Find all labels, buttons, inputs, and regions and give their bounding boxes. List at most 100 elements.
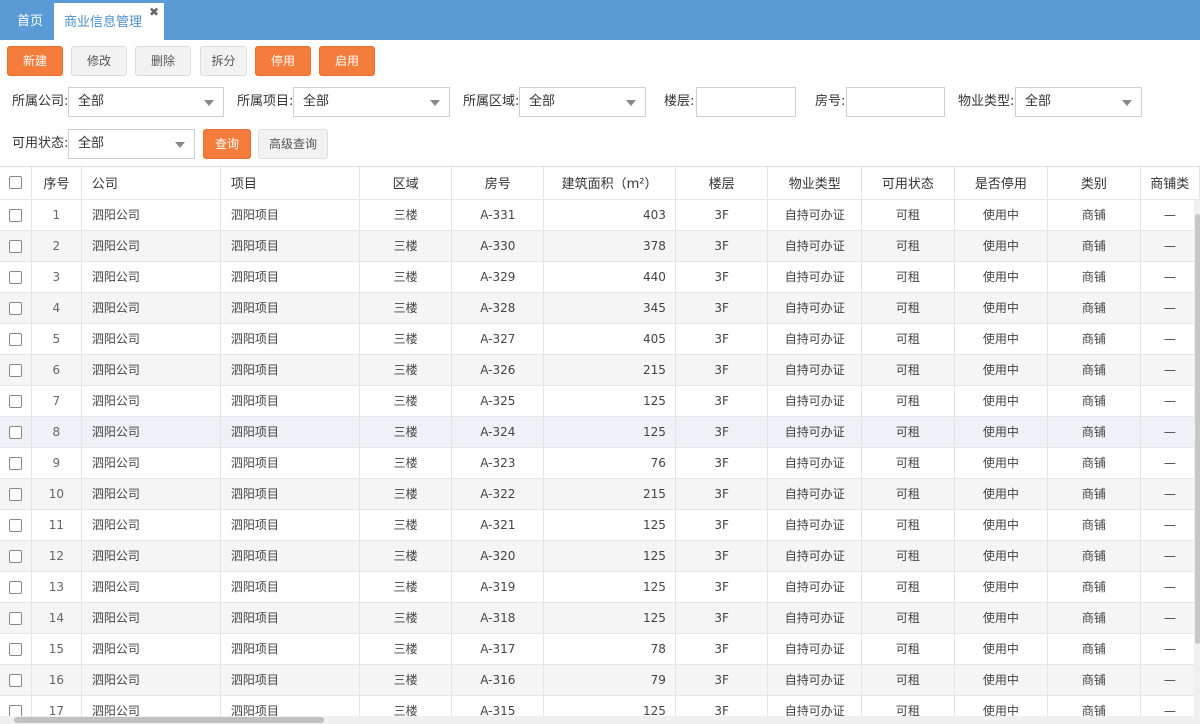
cell-property-type: 自持可办证 bbox=[767, 509, 863, 541]
query-button[interactable]: 查询 bbox=[203, 129, 251, 159]
row-checkbox-cell[interactable] bbox=[0, 416, 32, 448]
vertical-scrollbar-thumb[interactable] bbox=[1195, 214, 1200, 644]
row-checkbox-cell[interactable] bbox=[0, 602, 32, 634]
cell-company: 泗阳公司 bbox=[81, 447, 221, 479]
status-select[interactable]: 全部 bbox=[68, 129, 195, 159]
row-checkbox-cell[interactable] bbox=[0, 509, 32, 541]
col-header-company[interactable]: 公司 bbox=[81, 167, 221, 200]
row-checkbox[interactable] bbox=[8, 518, 22, 532]
room-input[interactable] bbox=[846, 87, 945, 117]
checkbox-icon[interactable] bbox=[8, 176, 22, 190]
table-row[interactable]: 14 泗阳公司 泗阳项目 三楼 A-318 125 3F 自持可办证 可租 使用中 商铺 — bbox=[0, 602, 1200, 634]
tab-home[interactable]: 首页 bbox=[8, 0, 52, 40]
advanced-query-button[interactable]: 高级查询 bbox=[258, 129, 328, 159]
row-checkbox[interactable] bbox=[8, 673, 22, 687]
row-checkbox[interactable] bbox=[8, 208, 22, 222]
row-checkbox-cell[interactable] bbox=[0, 354, 32, 386]
col-header-project[interactable]: 项目 bbox=[220, 167, 360, 200]
row-checkbox-cell[interactable] bbox=[0, 447, 32, 479]
row-checkbox-cell[interactable] bbox=[0, 199, 32, 231]
delete-button[interactable]: 删除 bbox=[135, 46, 191, 76]
table-row[interactable]: 6 泗阳公司 泗阳项目 三楼 A-326 215 3F 自持可办证 可租 使用中 商铺 — bbox=[0, 354, 1200, 386]
col-header-index[interactable]: 序号 bbox=[31, 167, 82, 200]
col-header-disabled[interactable]: 是否停用 bbox=[954, 167, 1049, 200]
table-row[interactable]: 11 泗阳公司 泗阳项目 三楼 A-321 125 3F 自持可办证 可租 使用中 商铺 — bbox=[0, 509, 1200, 541]
company-select[interactable]: 全部 bbox=[68, 87, 224, 117]
cell-company: 泗阳公司 bbox=[81, 633, 221, 665]
project-select-value: 全部 bbox=[303, 94, 330, 109]
table-row[interactable]: 5 泗阳公司 泗阳项目 三楼 A-327 405 3F 自持可办证 可租 使用中 商铺 — bbox=[0, 323, 1200, 355]
cell-area: 三楼 bbox=[359, 323, 453, 355]
col-header-area-size[interactable]: 建筑面积（m²） bbox=[543, 167, 676, 200]
row-checkbox-cell[interactable] bbox=[0, 292, 32, 324]
split-button[interactable]: 拆分 bbox=[200, 46, 247, 76]
row-checkbox[interactable] bbox=[8, 611, 22, 625]
col-header-room[interactable]: 房号 bbox=[451, 167, 545, 200]
row-checkbox-cell[interactable] bbox=[0, 230, 32, 262]
cell-project: 泗阳项目 bbox=[220, 261, 360, 293]
row-checkbox[interactable] bbox=[8, 239, 22, 253]
cell-category: 商铺 bbox=[1047, 323, 1141, 355]
row-checkbox[interactable] bbox=[8, 270, 22, 284]
col-header-category[interactable]: 类别 bbox=[1047, 167, 1141, 200]
row-checkbox-cell[interactable] bbox=[0, 261, 32, 293]
row-checkbox[interactable] bbox=[8, 394, 22, 408]
cell-project: 泗阳项目 bbox=[220, 540, 360, 572]
row-checkbox[interactable] bbox=[8, 425, 22, 439]
cell-status: 可租 bbox=[861, 354, 955, 386]
row-checkbox[interactable] bbox=[8, 642, 22, 656]
col-header-area[interactable]: 区域 bbox=[359, 167, 453, 200]
row-checkbox[interactable] bbox=[8, 456, 22, 470]
cell-category: 商铺 bbox=[1047, 292, 1141, 324]
select-all-checkbox[interactable] bbox=[0, 167, 32, 200]
col-header-status[interactable]: 可用状态 bbox=[861, 167, 955, 200]
cell-project: 泗阳项目 bbox=[220, 633, 360, 665]
row-checkbox[interactable] bbox=[8, 487, 22, 501]
table-row[interactable]: 3 泗阳公司 泗阳项目 三楼 A-329 440 3F 自持可办证 可租 使用中 商铺 — bbox=[0, 261, 1200, 293]
tab-business-info[interactable]: 商业信息管理 ✖ bbox=[54, 0, 164, 40]
table-row[interactable]: 8 泗阳公司 泗阳项目 三楼 A-324 125 3F 自持可办证 可租 使用中 商铺 — bbox=[0, 416, 1200, 448]
table-row[interactable]: 7 泗阳公司 泗阳项目 三楼 A-325 125 3F 自持可办证 可租 使用中 商铺 — bbox=[0, 385, 1200, 417]
table-row[interactable]: 15 泗阳公司 泗阳项目 三楼 A-317 78 3F 自持可办证 可租 使用中 商铺 — bbox=[0, 633, 1200, 665]
row-checkbox[interactable] bbox=[8, 580, 22, 594]
row-checkbox[interactable] bbox=[8, 549, 22, 563]
table-row[interactable]: 4 泗阳公司 泗阳项目 三楼 A-328 345 3F 自持可办证 可租 使用中 商铺 — bbox=[0, 292, 1200, 324]
col-header-shop-type[interactable]: 商铺类 bbox=[1140, 167, 1200, 200]
row-checkbox-cell[interactable] bbox=[0, 633, 32, 665]
property-type-label: 物业类型: bbox=[958, 94, 1015, 109]
table-row[interactable]: 10 泗阳公司 泗阳项目 三楼 A-322 215 3F 自持可办证 可租 使用中 商铺 — bbox=[0, 478, 1200, 510]
col-header-floor[interactable]: 楼层 bbox=[675, 167, 769, 200]
enable-button[interactable]: 启用 bbox=[319, 46, 375, 76]
cell-project: 泗阳项目 bbox=[220, 323, 360, 355]
row-checkbox-cell[interactable] bbox=[0, 540, 32, 572]
cell-status: 可租 bbox=[861, 664, 955, 696]
floor-input[interactable] bbox=[696, 87, 796, 117]
property-type-select[interactable]: 全部 bbox=[1015, 87, 1142, 117]
edit-button[interactable]: 修改 bbox=[71, 46, 127, 76]
row-checkbox-cell[interactable] bbox=[0, 323, 32, 355]
cell-status: 可租 bbox=[861, 230, 955, 262]
disable-button[interactable]: 停用 bbox=[255, 46, 311, 76]
cell-status: 可租 bbox=[861, 199, 955, 231]
table-row[interactable]: 12 泗阳公司 泗阳项目 三楼 A-320 125 3F 自持可办证 可租 使用中 商铺 — bbox=[0, 540, 1200, 572]
col-header-property-type[interactable]: 物业类型 bbox=[767, 167, 863, 200]
area-select[interactable]: 全部 bbox=[519, 87, 646, 117]
horizontal-scrollbar-thumb[interactable] bbox=[14, 717, 324, 723]
row-checkbox[interactable] bbox=[8, 363, 22, 377]
cell-disabled: 使用中 bbox=[954, 602, 1049, 634]
row-checkbox-cell[interactable] bbox=[0, 571, 32, 603]
table-row[interactable]: 2 泗阳公司 泗阳项目 三楼 A-330 378 3F 自持可办证 可租 使用中 商铺 — bbox=[0, 230, 1200, 262]
table-row[interactable]: 13 泗阳公司 泗阳项目 三楼 A-319 125 3F 自持可办证 可租 使用中 商铺 — bbox=[0, 571, 1200, 603]
new-button[interactable]: 新建 bbox=[7, 46, 63, 76]
row-checkbox-cell[interactable] bbox=[0, 664, 32, 696]
table-row[interactable]: 16 泗阳公司 泗阳项目 三楼 A-316 79 3F 自持可办证 可租 使用中 商铺 — bbox=[0, 664, 1200, 696]
row-checkbox-cell[interactable] bbox=[0, 385, 32, 417]
table-row[interactable]: 9 泗阳公司 泗阳项目 三楼 A-323 76 3F 自持可办证 可租 使用中 商铺 — bbox=[0, 447, 1200, 479]
row-checkbox[interactable] bbox=[8, 332, 22, 346]
cell-index: 14 bbox=[31, 602, 82, 634]
row-checkbox-cell[interactable] bbox=[0, 478, 32, 510]
table-row[interactable]: 1 泗阳公司 泗阳项目 三楼 A-331 403 3F 自持可办证 可租 使用中 商铺 — bbox=[0, 199, 1200, 231]
close-icon[interactable]: ✖ bbox=[149, 5, 159, 19]
project-select[interactable]: 全部 bbox=[293, 87, 450, 117]
row-checkbox[interactable] bbox=[8, 301, 22, 315]
